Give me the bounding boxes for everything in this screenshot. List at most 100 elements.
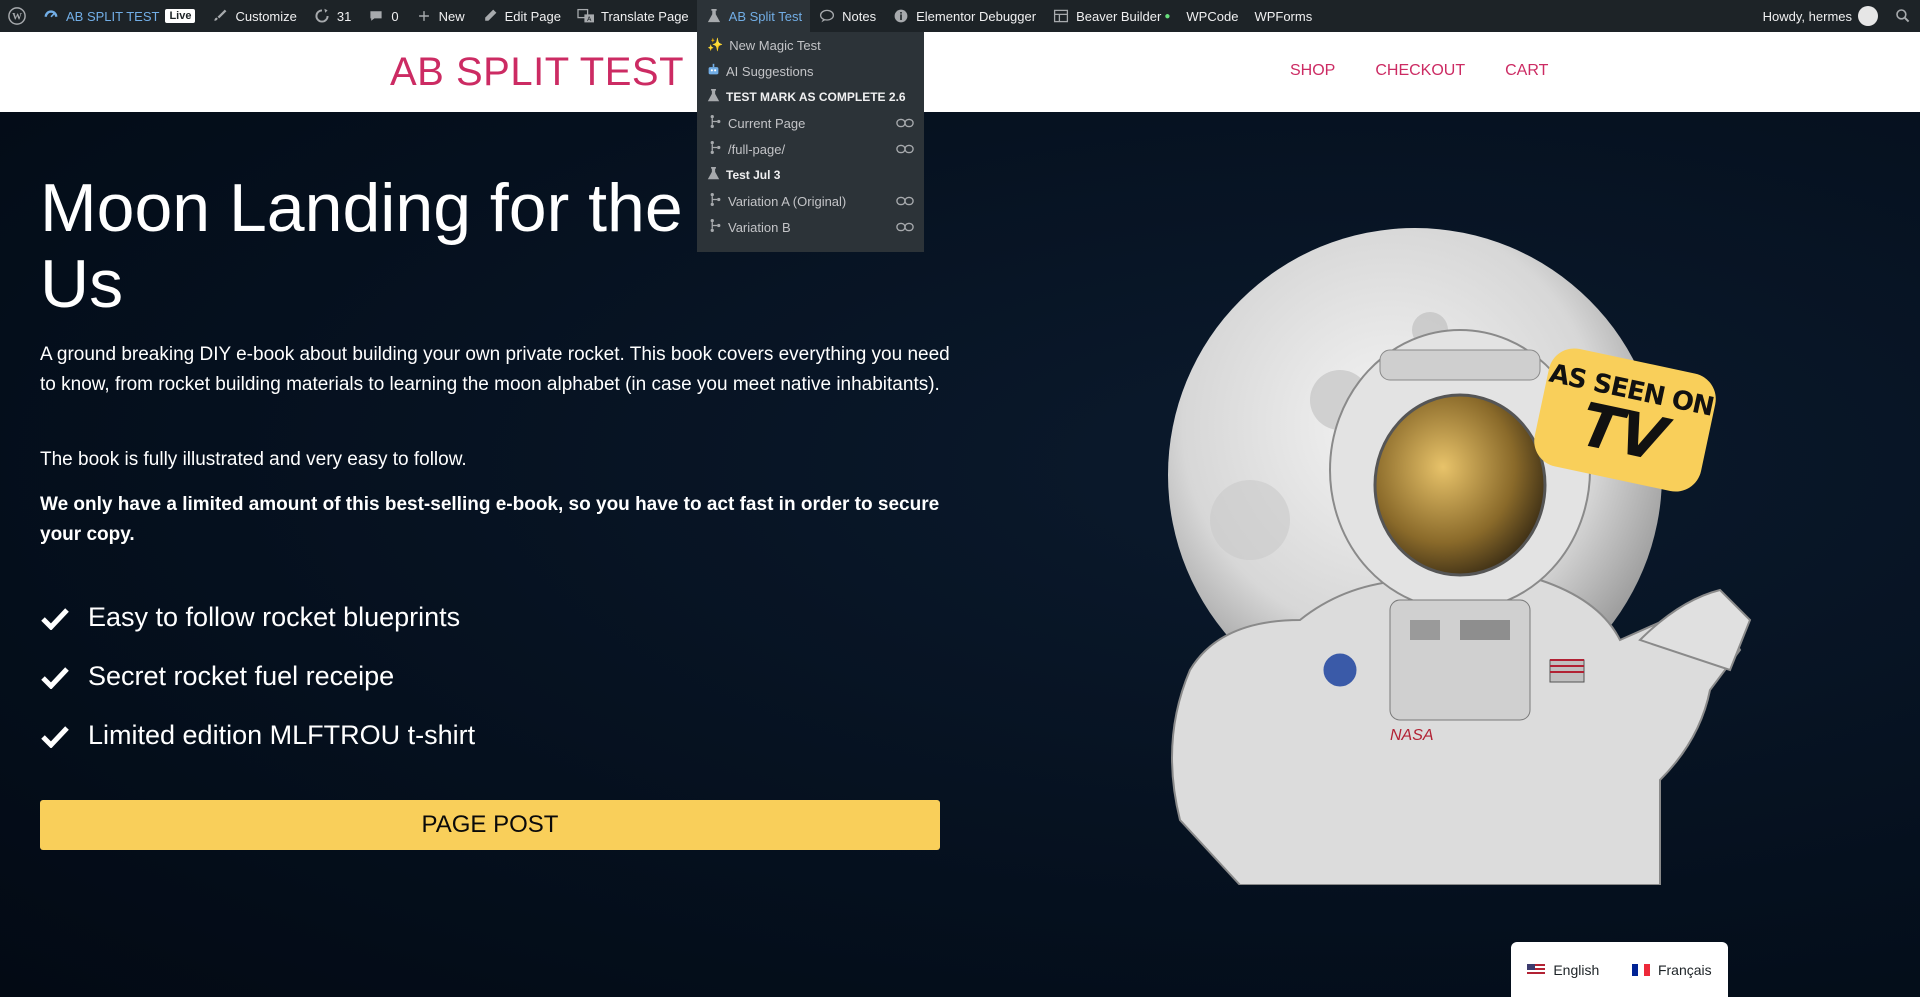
astronaut-moon-illustration: NASA <box>1168 228 1752 885</box>
us-flag-icon <box>1527 963 1546 976</box>
edit-page-label: Edit Page <box>504 8 561 24</box>
link-icon[interactable] <box>896 194 914 209</box>
svg-text:W: W <box>12 12 22 23</box>
hero-description: A ground breaking DIY e-book about build… <box>40 344 950 395</box>
refresh-icon <box>313 7 331 25</box>
search-button[interactable] <box>1886 0 1920 32</box>
wpforms-button[interactable]: WPForms <box>1246 0 1320 32</box>
sparkle-icon: ✨ <box>707 37 724 52</box>
plus-icon <box>415 7 433 25</box>
flask-icon <box>707 88 720 106</box>
language-label: English <box>1553 961 1600 978</box>
pencil-icon <box>481 7 499 25</box>
menu-item-label: Test Jul 3 <box>726 168 781 182</box>
ab-split-test-menu[interactable]: AB Split Test <box>696 0 811 32</box>
language-label: Français <box>1657 961 1712 978</box>
branch-icon <box>709 192 722 210</box>
link-icon[interactable] <box>896 142 914 157</box>
flask-icon <box>707 166 720 184</box>
updates-count: 31 <box>336 8 352 24</box>
list-item: Easy to follow rocket blueprints <box>40 588 475 647</box>
beaver-builder-button[interactable]: Beaver Builder ● <box>1044 0 1178 32</box>
menu-item-label: New Magic Test <box>729 37 821 53</box>
badge-line-2: TV <box>1574 389 1671 476</box>
updates-button[interactable]: 31 <box>305 0 359 32</box>
wpcode-button[interactable]: WPCode <box>1178 0 1246 32</box>
new-content-button[interactable]: New <box>407 0 473 32</box>
menu-item-ai-suggestions[interactable]: AI Suggestions <box>697 58 924 84</box>
link-icon[interactable] <box>896 116 914 131</box>
list-item: Limited edition MLFTROU t-shirt <box>40 706 475 765</box>
wordpress-logo-button[interactable]: W <box>0 0 34 32</box>
elementor-debugger-label: Elementor Debugger <box>916 8 1037 24</box>
language-option-french[interactable]: Français <box>1631 961 1712 978</box>
menu-item-variation-a[interactable]: Variation A (Original) <box>697 188 924 214</box>
hero-urgency-text: We only have a limited amount of this be… <box>40 494 940 545</box>
checkmark-icon <box>41 607 69 630</box>
admin-bar: W AB SPLIT TEST Live Customize 31 0 New <box>0 0 1920 32</box>
menu-item-full-page[interactable]: /full-page/ <box>697 136 924 162</box>
ab-split-test-label: AB Split Test <box>728 8 803 24</box>
edit-page-button[interactable]: Edit Page <box>473 0 569 32</box>
admin-bar-right: Howdy, hermes <box>1755 0 1920 32</box>
checkmark-icon <box>41 725 69 748</box>
menu-item-label: Current Page <box>728 115 806 131</box>
feature-label: Limited edition MLFTROU t-shirt <box>88 720 476 750</box>
nav-shop[interactable]: SHOP <box>1290 62 1335 80</box>
comments-button[interactable]: 0 <box>359 0 406 32</box>
test-heading-test-jul-3[interactable]: Test Jul 3 <box>697 162 924 188</box>
site-header: AB SPLIT TEST SHOP CHECKOUT CART <box>0 32 1920 112</box>
info-icon <box>892 7 910 25</box>
branch-icon <box>709 218 722 236</box>
feature-label: Secret rocket fuel receipe <box>88 661 395 691</box>
brush-icon <box>211 7 229 25</box>
menu-item-label: TEST MARK AS COMPLETE 2.6 <box>726 90 906 104</box>
customize-button[interactable]: Customize <box>203 0 304 32</box>
menu-item-label: Variation B <box>728 219 791 235</box>
beaver-builder-label: Beaver Builder <box>1076 8 1162 24</box>
language-switcher: English Français <box>1511 942 1728 997</box>
flask-icon <box>705 7 723 25</box>
branch-icon <box>709 114 722 132</box>
notes-button[interactable]: Notes <box>810 0 884 32</box>
hero-subtext: The book is fully illustrated and very e… <box>40 449 467 470</box>
svg-text:A: A <box>587 15 592 23</box>
main-navigation: SHOP CHECKOUT CART <box>1290 62 1548 80</box>
avatar <box>1858 6 1878 26</box>
layout-grid-icon <box>1052 7 1070 25</box>
site-name-menu[interactable]: AB SPLIT TEST Live <box>34 0 203 32</box>
branch-icon <box>709 140 722 158</box>
new-label: New <box>438 8 465 24</box>
robot-icon <box>707 63 720 79</box>
page-post-button[interactable]: PAGE POST <box>40 800 940 850</box>
speech-bubble-icon <box>818 7 836 25</box>
live-badge: Live <box>165 9 196 23</box>
site-title[interactable]: AB SPLIT TEST <box>390 50 684 95</box>
translate-page-label: Translate Page <box>600 8 689 24</box>
language-option-english[interactable]: English <box>1527 962 1599 978</box>
feature-list: Easy to follow rocket blueprints Secret … <box>40 588 475 765</box>
feature-label: Easy to follow rocket blueprints <box>88 602 461 632</box>
user-account-menu[interactable]: Howdy, hermes <box>1755 0 1886 32</box>
link-icon[interactable] <box>896 220 914 235</box>
wpforms-label: WPForms <box>1254 8 1313 24</box>
menu-item-new-magic-test[interactable]: ✨ New Magic Test <box>697 32 924 58</box>
translate-page-button[interactable]: A Translate Page <box>569 0 697 32</box>
search-icon <box>1894 7 1912 25</box>
menu-item-current-page[interactable]: Current Page <box>697 110 924 136</box>
menu-item-label: Variation A (Original) <box>728 193 847 209</box>
elementor-debugger-button[interactable]: Elementor Debugger <box>884 0 1044 32</box>
checkmark-icon <box>41 666 69 689</box>
wordpress-icon: W <box>8 7 26 25</box>
france-flag-icon <box>1631 963 1650 976</box>
customize-label: Customize <box>235 8 297 24</box>
comment-icon <box>367 7 385 25</box>
nav-checkout[interactable]: CHECKOUT <box>1375 62 1465 80</box>
translate-icon: A <box>577 7 595 25</box>
menu-item-variation-b[interactable]: Variation B <box>697 214 924 240</box>
ab-split-test-dropdown: ✨ New Magic Test AI Suggestions TEST MAR… <box>697 32 924 252</box>
dashboard-icon <box>42 7 60 25</box>
nav-cart[interactable]: CART <box>1505 62 1548 80</box>
test-heading-mark-as-complete[interactable]: TEST MARK AS COMPLETE 2.6 <box>697 84 924 110</box>
menu-item-label: AI Suggestions <box>726 63 814 79</box>
